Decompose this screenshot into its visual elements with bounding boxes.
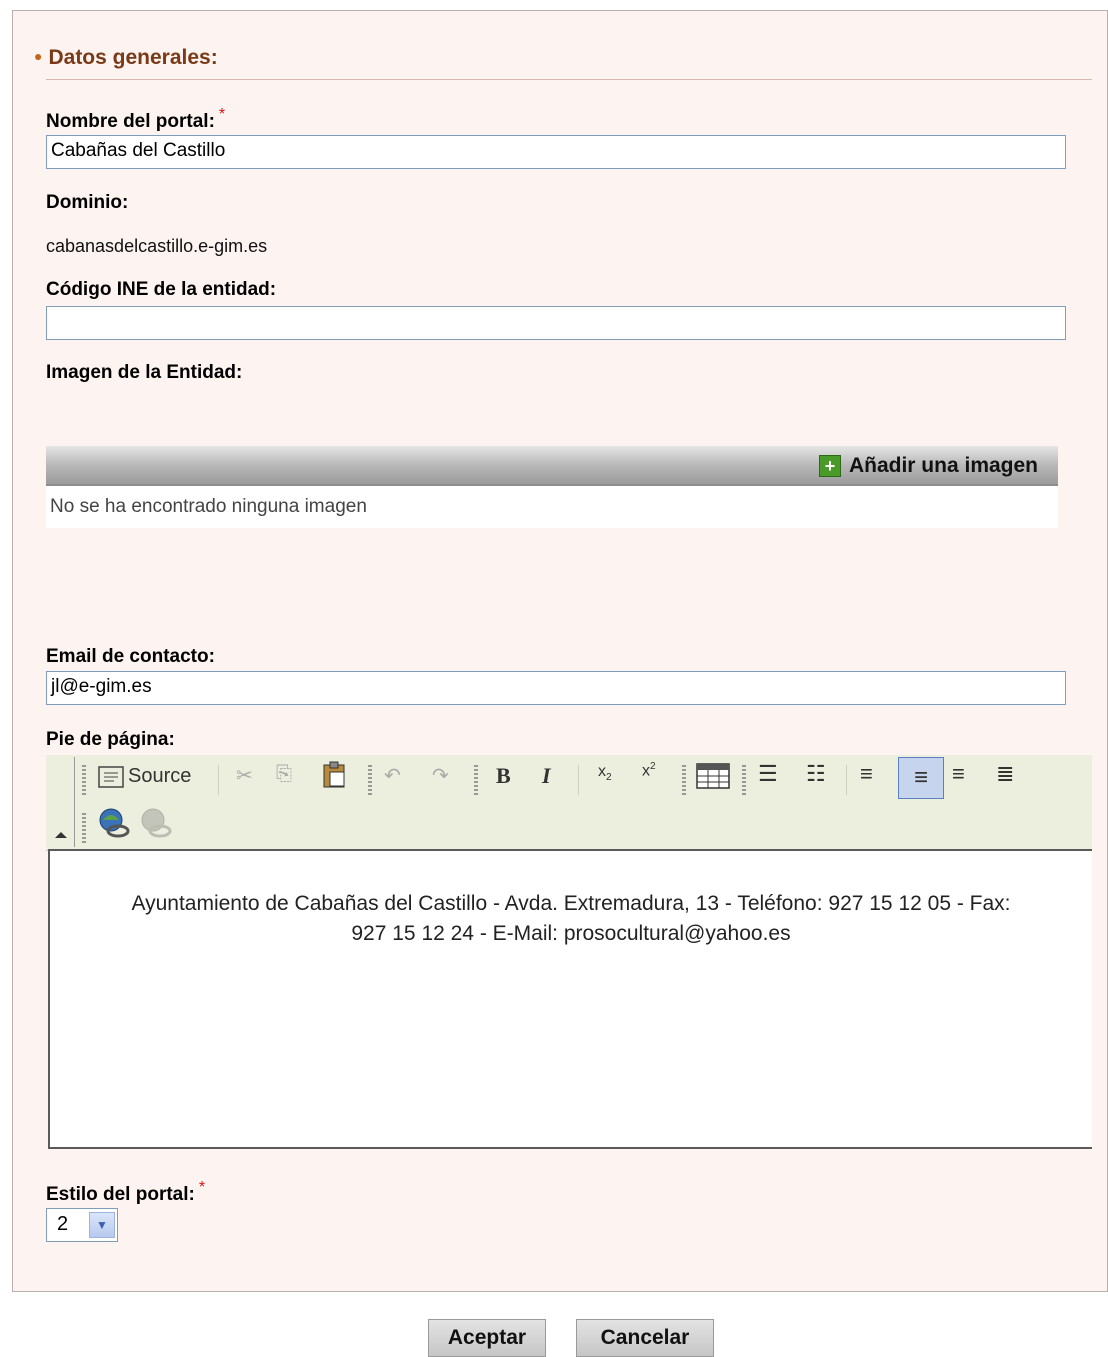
redo-icon[interactable]: ↷ — [432, 763, 449, 788]
plus-icon: + — [818, 455, 841, 477]
bullet-icon: ● — [34, 48, 43, 64]
estilo-selected-value: 2 — [57, 1213, 69, 1235]
toolbar-separator — [578, 765, 579, 795]
subscript-icon[interactable]: x2 — [598, 763, 612, 783]
footer-text-line2: 927 15 12 24 - E-Mail: prosocultural@yah… — [351, 922, 791, 945]
toolbar-separator — [218, 765, 219, 795]
pie-label: Pie de página: — [46, 729, 175, 750]
align-left-icon[interactable]: ≡ — [860, 761, 873, 787]
align-justify-icon[interactable]: ≣ — [996, 761, 1014, 787]
dominio-value: cabanasdelcastillo.e-gim.es — [46, 236, 268, 256]
ine-label: Código INE de la entidad: — [46, 279, 277, 300]
estilo-label-text: Estilo del portal: — [46, 1184, 195, 1205]
copy-icon[interactable]: ⎘ — [276, 763, 292, 786]
toolbar-collapse-bar — [74, 757, 75, 847]
toolbar-grip — [368, 765, 372, 795]
source-label: Source — [128, 765, 192, 787]
add-image-label: Añadir una imagen — [848, 454, 1038, 477]
toolbar-collapse-icon[interactable] — [55, 832, 67, 838]
source-icon — [98, 765, 124, 788]
superscript-icon[interactable]: x2 — [642, 761, 656, 780]
toolbar-grip — [82, 765, 86, 795]
bullet-list-icon[interactable]: ☷ — [806, 761, 826, 787]
ine-input[interactable] — [46, 306, 1066, 340]
section-title: ● Datos generales: — [34, 46, 218, 70]
section-divider — [46, 79, 1092, 80]
estilo-select[interactable]: 2 ▼ — [46, 1208, 118, 1242]
unlink-icon[interactable] — [140, 807, 174, 845]
accept-button[interactable]: Aceptar — [428, 1319, 546, 1357]
add-image-button[interactable]: + Añadir una imagen — [818, 454, 1038, 478]
image-list-header: + Añadir una imagen — [46, 446, 1058, 486]
cut-icon[interactable]: ✂ — [236, 763, 253, 788]
toolbar-separator — [846, 765, 847, 795]
footer-text-line1: Ayuntamiento de Cabañas del Castillo - A… — [131, 892, 1011, 915]
image-empty-message: No se ha encontrado ninguna imagen — [46, 486, 1058, 528]
required-mark: * — [218, 106, 226, 123]
nombre-input[interactable]: Cabañas del Castillo — [46, 135, 1066, 169]
link-icon[interactable] — [98, 807, 132, 845]
undo-icon[interactable]: ↶ — [384, 763, 401, 788]
toolbar-grip — [474, 765, 478, 795]
bold-icon[interactable]: B — [496, 763, 511, 789]
dominio-label: Dominio: — [46, 192, 129, 213]
cancel-button[interactable]: Cancelar — [576, 1319, 714, 1357]
nombre-label-text: Nombre del portal: — [46, 111, 215, 132]
toolbar-grip — [82, 813, 86, 843]
section-title-text: Datos generales: — [48, 46, 218, 69]
required-mark: * — [198, 1179, 206, 1196]
imagen-label: Imagen de la Entidad: — [46, 362, 243, 383]
email-input[interactable]: jl@e-gim.es — [46, 671, 1066, 705]
source-button[interactable]: Source — [98, 765, 191, 788]
numbered-list-icon[interactable]: ☰ — [758, 761, 778, 787]
align-center-icon[interactable]: ≡ — [898, 757, 944, 799]
align-right-icon[interactable]: ≡ — [952, 761, 965, 787]
nombre-label: Nombre del portal: * — [46, 106, 225, 133]
italic-icon[interactable]: I — [542, 763, 551, 789]
toolbar-grip — [742, 765, 746, 795]
table-icon[interactable] — [696, 763, 730, 795]
footer-editor[interactable]: Ayuntamiento de Cabañas del Castillo - A… — [48, 849, 1092, 1149]
email-label: Email de contacto: — [46, 646, 215, 667]
editor-toolbar: Source ✂ ⎘ ↶ ↷ B I x2 x2 ☰ ☷ ≡ ≡ ≡ ≣ — [46, 755, 1092, 851]
estilo-label: Estilo del portal: * — [46, 1179, 205, 1206]
paste-icon[interactable] — [320, 761, 348, 795]
toolbar-grip — [682, 765, 686, 795]
chevron-down-icon[interactable]: ▼ — [89, 1212, 115, 1238]
